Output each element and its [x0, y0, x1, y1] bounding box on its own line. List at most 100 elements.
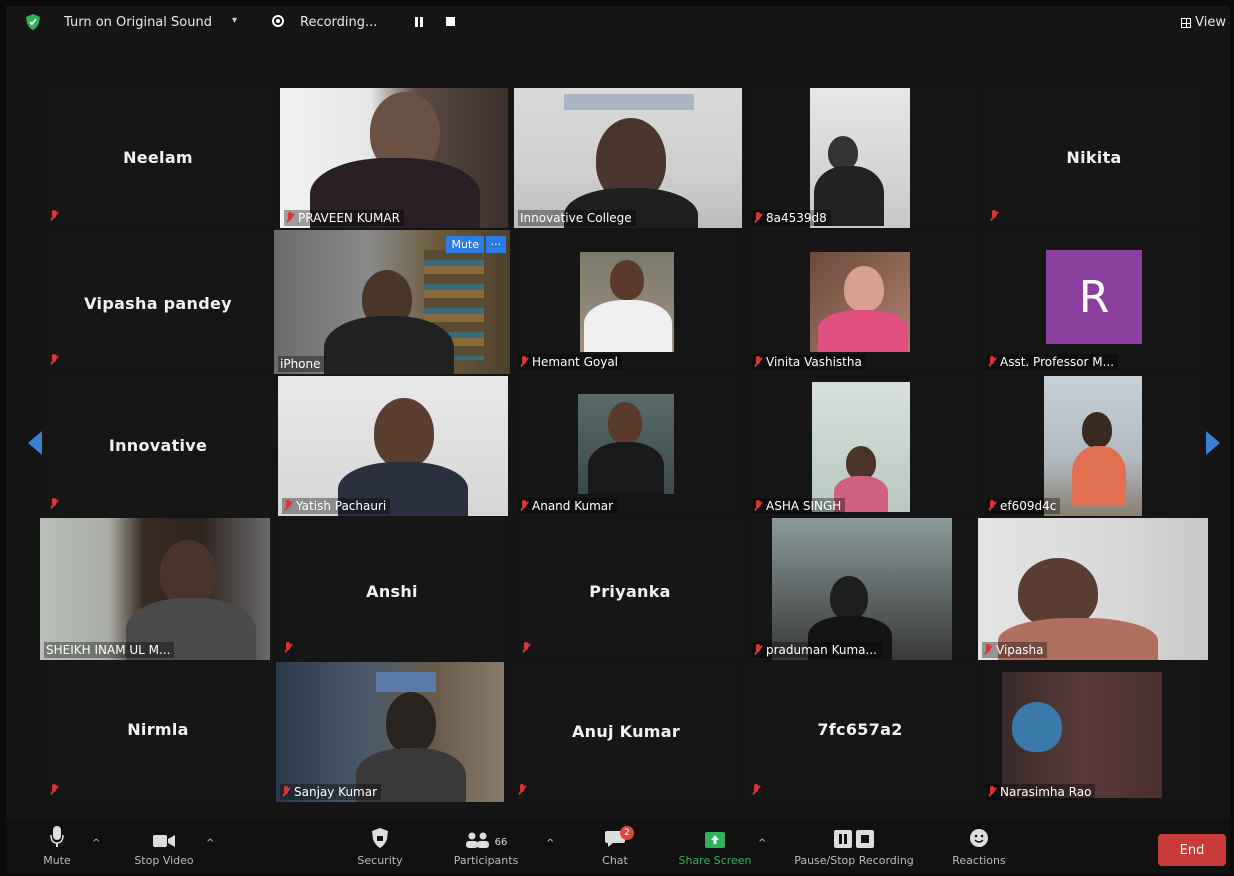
participant-label: Hemant Goyal	[518, 354, 623, 370]
pause-stop-recording-button[interactable]: Pause/Stop Recording	[782, 818, 926, 874]
participant-name: Sanjay Kumar	[294, 785, 378, 799]
participant-video-tile[interactable]: Yatish Pachauri	[278, 376, 508, 516]
participant-avatar-tile[interactable]: R Asst. Professor M...	[982, 232, 1206, 372]
mute-participant-button[interactable]: Mute	[446, 236, 484, 253]
stop-recording-icon[interactable]	[446, 17, 455, 26]
muted-mic-icon	[754, 212, 762, 224]
participant-label: Asst. Professor M...	[986, 354, 1119, 370]
participant-label: iPhone	[278, 356, 325, 372]
microphone-icon	[50, 826, 64, 847]
participant-video-tile[interactable]: Vinita Vashistha	[748, 232, 976, 372]
avatar: R	[1046, 250, 1142, 344]
participant-tile[interactable]: Neelam	[42, 88, 274, 228]
participant-video-tile[interactable]: ASHA SINGH	[748, 376, 976, 516]
participant-name: Nirmla	[127, 720, 189, 739]
participant-name: Neelam	[123, 148, 193, 167]
participant-video-tile[interactable]: Innovative College	[514, 88, 742, 228]
participant-label: Anand Kumar	[518, 498, 618, 514]
chat-button[interactable]: 2 Chat	[590, 818, 640, 874]
participant-label: Vinita Vashistha	[752, 354, 866, 370]
participant-label: praduman Kuma...	[752, 642, 881, 658]
participant-tile[interactable]: Nikita	[982, 88, 1206, 228]
participant-tile[interactable]: Anshi	[276, 518, 508, 660]
zoom-meeting-window: Turn on Original Sound ▾ Recording... Vi…	[6, 6, 1230, 874]
mute-button[interactable]: Mute	[32, 818, 82, 874]
participant-name: Vipasha pandey	[84, 294, 232, 313]
chevron-up-icon[interactable]: ^	[92, 838, 100, 849]
participant-video-tile[interactable]: SHEIKH INAM UL M...	[40, 518, 270, 660]
participant-name: Hemant Goyal	[532, 355, 619, 369]
security-button[interactable]: Security	[340, 818, 420, 874]
chat-label: Chat	[602, 854, 628, 867]
muted-mic-icon	[520, 500, 528, 512]
shield-icon	[372, 828, 388, 848]
participant-name: iPhone	[280, 357, 321, 371]
participant-name: ASHA SINGH	[766, 499, 842, 513]
participant-tile[interactable]: Priyanka	[514, 518, 746, 660]
meeting-top-bar: Turn on Original Sound ▾ Recording... Vi…	[6, 6, 1230, 38]
participant-name: ef609d4c	[1000, 499, 1057, 513]
chevron-up-icon[interactable]: ^	[758, 838, 766, 849]
participant-label: Yatish Pachauri	[282, 498, 391, 514]
muted-mic-icon	[988, 500, 996, 512]
participant-tile[interactable]: Vipasha pandey	[42, 232, 274, 372]
participant-tile[interactable]: Innovative	[42, 376, 274, 516]
muted-mic-icon	[988, 786, 996, 798]
stop-icon	[856, 830, 874, 848]
muted-mic-icon	[754, 500, 762, 512]
pause-recording-icon[interactable]	[414, 17, 424, 27]
encryption-shield-icon[interactable]	[26, 14, 40, 30]
muted-mic-icon	[50, 354, 58, 366]
muted-mic-icon	[522, 642, 530, 654]
reactions-label: Reactions	[952, 854, 1006, 867]
participant-name: Yatish Pachauri	[296, 499, 387, 513]
security-label: Security	[357, 854, 403, 867]
participant-video-tile[interactable]: Hemant Goyal	[514, 232, 742, 372]
participant-tile[interactable]: Nirmla	[42, 662, 274, 802]
share-screen-icon	[705, 832, 725, 848]
original-sound-toggle[interactable]: Turn on Original Sound	[64, 15, 212, 30]
stop-video-label: Stop Video	[134, 854, 194, 867]
reactions-button[interactable]: Reactions	[944, 818, 1014, 874]
participants-button[interactable]: 66 Participants	[438, 818, 534, 874]
participant-video-tile[interactable]: Sanjay Kumar	[276, 662, 504, 802]
muted-mic-icon	[752, 784, 760, 796]
grid-view-icon	[1181, 17, 1192, 28]
end-meeting-button[interactable]: End	[1158, 834, 1226, 866]
chevron-down-icon[interactable]: ▾	[232, 15, 237, 26]
participant-label: Narasimha Rao	[986, 784, 1096, 800]
view-button[interactable]: View	[1181, 15, 1226, 30]
more-options-button[interactable]: ···	[485, 236, 506, 253]
participant-label: PRAVEEN KUMAR	[284, 210, 404, 226]
share-screen-button[interactable]: Share Screen	[670, 818, 760, 874]
participant-label: Sanjay Kumar	[280, 784, 382, 800]
participant-tile[interactable]: Anuj Kumar	[510, 662, 742, 802]
chevron-up-icon[interactable]: ^	[546, 838, 554, 849]
pause-stop-recording-label: Pause/Stop Recording	[794, 854, 914, 867]
participant-video-tile[interactable]: Vipasha	[978, 518, 1208, 660]
participant-video-tile[interactable]: 8a4539d8	[748, 88, 976, 228]
chevron-up-icon[interactable]: ^	[206, 838, 214, 849]
muted-mic-icon	[988, 356, 996, 368]
participant-name: PRAVEEN KUMAR	[298, 211, 400, 225]
muted-mic-icon	[518, 784, 526, 796]
participant-video-tile[interactable]: ef609d4c	[982, 376, 1206, 516]
participant-name: 8a4539d8	[766, 211, 827, 225]
muted-mic-icon	[50, 498, 58, 510]
meeting-toolbar: Mute ^ Stop Video ^ Security 66 Particip…	[6, 818, 1230, 874]
participant-name: Vinita Vashistha	[766, 355, 862, 369]
participant-video-tile[interactable]: Narasimha Rao	[982, 662, 1206, 802]
share-screen-label: Share Screen	[678, 854, 752, 867]
participant-label: ASHA SINGH	[752, 498, 846, 514]
participant-name: Asst. Professor M...	[1000, 355, 1115, 369]
participant-video-tile[interactable]: Anand Kumar	[514, 376, 742, 516]
participant-tile[interactable]: 7fc657a2	[744, 662, 976, 802]
participant-video-tile[interactable]: PRAVEEN KUMAR	[280, 88, 508, 228]
stop-video-button[interactable]: Stop Video	[124, 818, 204, 874]
muted-mic-icon	[990, 210, 998, 222]
participant-name: praduman Kuma...	[766, 643, 877, 657]
active-speaker-tile[interactable]: Mute ··· iPhone	[274, 230, 510, 374]
participant-video-tile[interactable]: praduman Kuma...	[748, 518, 976, 660]
participant-name: Narasimha Rao	[1000, 785, 1092, 799]
participant-name: Nikita	[1066, 148, 1122, 167]
